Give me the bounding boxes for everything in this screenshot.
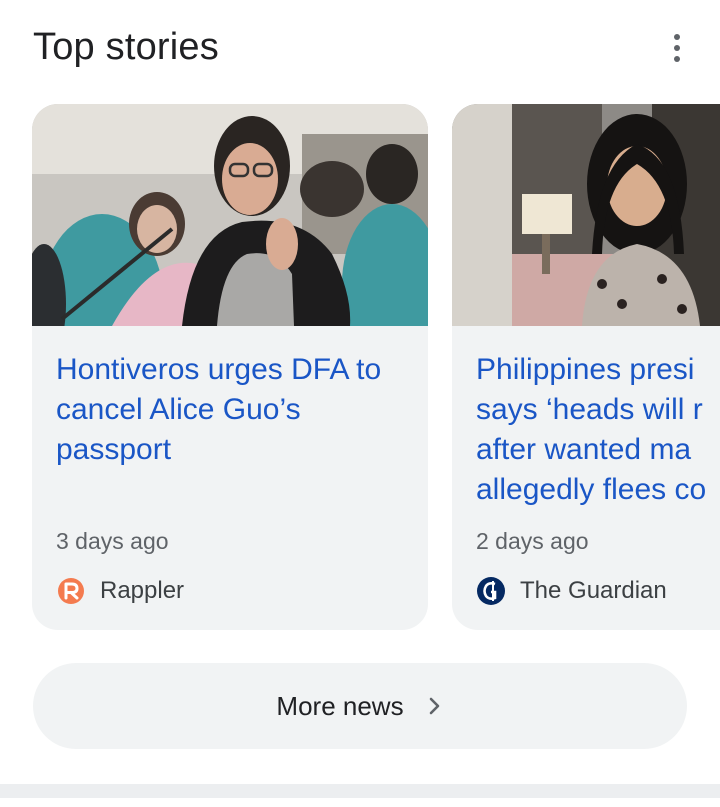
- guardian-logo-icon: [477, 577, 505, 605]
- more-vert-icon[interactable]: [660, 28, 694, 68]
- menu-dot: [674, 45, 680, 51]
- menu-dot: [674, 34, 680, 40]
- headline-line: after wanted ma: [476, 433, 692, 466]
- story-card[interactable]: Hontiveros urges DFA to cancel Alice Guo…: [32, 104, 428, 630]
- photo-woman-speaking-to-camera: [452, 104, 720, 326]
- more-news-button[interactable]: More news: [33, 663, 687, 749]
- story-card[interactable]: Philippines presi says ‘heads will r aft…: [452, 104, 720, 630]
- story-source-name: Rappler: [100, 577, 185, 604]
- more-news-label: More news: [276, 690, 404, 721]
- story-source: The Guardian: [476, 574, 667, 608]
- section-header: Top stories: [0, 0, 720, 100]
- story-headline[interactable]: Philippines presi says ‘heads will r aft…: [476, 350, 720, 510]
- chevron-right-icon: [429, 697, 439, 715]
- story-source-name: The Guardian: [520, 577, 667, 604]
- menu-dot: [674, 56, 680, 62]
- story-timestamp: 3 days ago: [56, 528, 169, 554]
- rappler-logo-icon: [58, 578, 84, 604]
- story-image[interactable]: [452, 104, 720, 326]
- story-source: Rappler: [56, 574, 184, 608]
- story-headline[interactable]: Hontiveros urges DFA to cancel Alice Guo…: [56, 350, 416, 470]
- headline-line: allegedly flees co: [476, 473, 707, 506]
- story-timestamp: 2 days ago: [476, 528, 589, 554]
- headline-line: says ‘heads will r: [476, 393, 703, 426]
- stories-carousel[interactable]: Hontiveros urges DFA to cancel Alice Guo…: [0, 104, 720, 632]
- photo-woman-speaking-at-senate-hearing: [32, 104, 428, 326]
- story-image[interactable]: [32, 104, 428, 326]
- headline-line: Philippines presi: [476, 353, 695, 386]
- section-title: Top stories: [33, 26, 219, 68]
- section-divider: [0, 784, 720, 798]
